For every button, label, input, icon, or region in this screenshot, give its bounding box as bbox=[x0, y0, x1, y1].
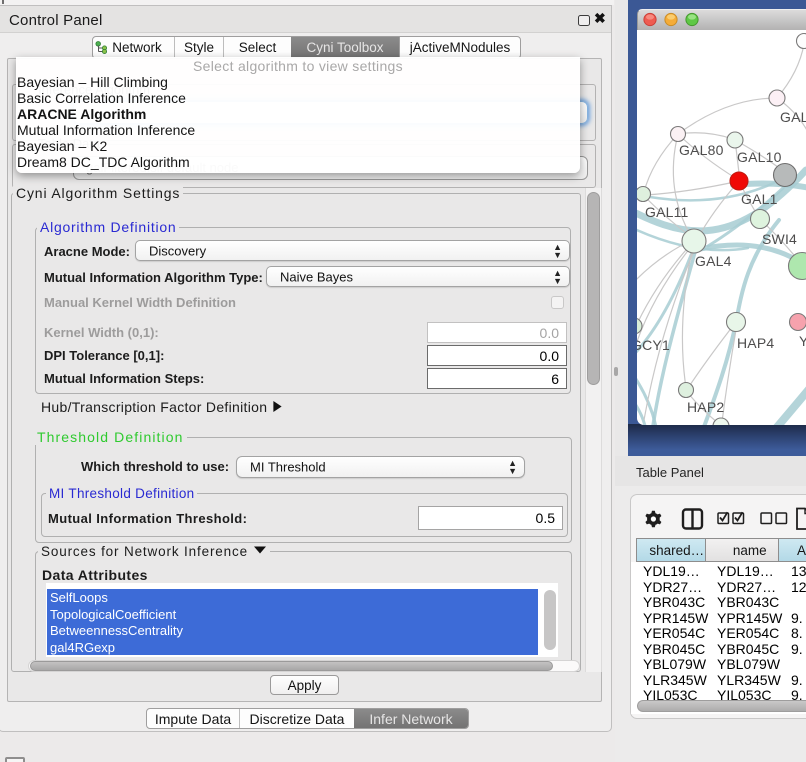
svg-text:GAL80: GAL80 bbox=[679, 142, 724, 158]
svg-text:GAL11: GAL11 bbox=[645, 204, 689, 220]
svg-text:GAL4: GAL4 bbox=[695, 253, 732, 269]
svg-text:HAP2: HAP2 bbox=[687, 399, 724, 415]
svg-text:GAL1: GAL1 bbox=[741, 191, 778, 207]
svg-text:Y: Y bbox=[799, 333, 806, 349]
svg-text:GAL10: GAL10 bbox=[737, 149, 782, 165]
svg-text:GCY1: GCY1 bbox=[637, 337, 670, 353]
svg-text:HAP4: HAP4 bbox=[737, 335, 774, 351]
svg-text:GAL7: GAL7 bbox=[780, 109, 806, 125]
svg-text:SWI4: SWI4 bbox=[762, 231, 797, 247]
